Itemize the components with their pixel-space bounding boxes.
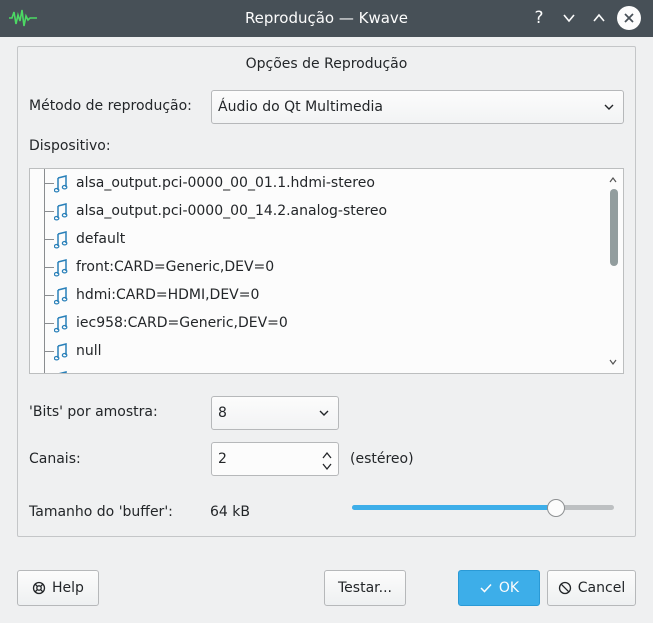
- device-name: alsa_output.pci-0000_00_01.1.hdmi-stereo: [76, 175, 375, 191]
- music-note-icon: [58, 371, 67, 373]
- help-button[interactable]: Help: [17, 570, 99, 606]
- tree-branch-stub: [44, 183, 54, 184]
- device-list-item[interactable]: front:CARD=Generic,DEV=0: [30, 253, 600, 281]
- channels-value: 2: [218, 451, 227, 467]
- bits-combobox[interactable]: 8: [211, 396, 339, 430]
- device-name: hdmi:CARD=HDMI,DEV=0: [76, 287, 260, 303]
- cancel-circle-slash-icon: [558, 581, 571, 595]
- close-window-button[interactable]: [617, 6, 641, 30]
- checkmark-icon: [480, 583, 492, 593]
- title-bar: Reprodução — Kwave ?: [0, 0, 653, 37]
- scrollbar-thumb[interactable]: [610, 189, 618, 266]
- channels-label: Canais:: [29, 451, 81, 467]
- music-note-icon: [54, 231, 68, 249]
- device-list-item[interactable]: iec958:CARD=Generic,DEV=0: [30, 309, 600, 337]
- music-note-icon: [54, 203, 68, 221]
- help-button-label: Help: [52, 580, 84, 596]
- music-note-icon: [54, 175, 68, 193]
- device-list-item[interactable]: alsa_output.pci-0000_00_01.1.hdmi-stereo: [30, 169, 600, 197]
- window-title: Reprodução — Kwave: [244, 9, 409, 27]
- scroll-down-arrow-icon[interactable]: [608, 357, 618, 367]
- cancel-button[interactable]: Cancel: [547, 570, 636, 606]
- device-list-item[interactable]: null: [30, 337, 600, 365]
- scroll-up-arrow-icon[interactable]: [608, 175, 618, 185]
- device-list-scrollbar[interactable]: [603, 169, 623, 373]
- buffer-size-slider[interactable]: [352, 499, 614, 520]
- help-question-icon[interactable]: ?: [527, 6, 551, 30]
- device-list-item-partial[interactable]: [30, 365, 600, 373]
- ok-button[interactable]: OK: [458, 570, 540, 606]
- buffer-label: Tamanho do 'buffer':: [29, 504, 173, 520]
- maximize-chevron-up-icon[interactable]: [587, 6, 611, 30]
- tree-branch-stub: [44, 295, 54, 296]
- ok-button-label: OK: [498, 580, 520, 596]
- device-name: front:CARD=Generic,DEV=0: [76, 259, 275, 275]
- device-name: iec958:CARD=Generic,DEV=0: [76, 315, 288, 331]
- music-note-icon: [54, 287, 68, 305]
- device-label: Dispositivo:: [29, 138, 111, 154]
- slider-handle[interactable]: [547, 499, 566, 517]
- tree-branch-stub: [44, 351, 54, 352]
- spin-up-down-icon[interactable]: [321, 449, 333, 473]
- tree-branch-stub: [44, 323, 54, 324]
- device-list[interactable]: alsa_output.pci-0000_00_01.1.hdmi-stereo…: [29, 168, 624, 374]
- channels-description: (estéreo): [350, 451, 414, 467]
- device-name: alsa_output.pci-0000_00_14.2.analog-ster…: [76, 203, 388, 219]
- chevron-down-icon: [319, 410, 329, 416]
- lifebuoy-icon: [32, 581, 46, 595]
- tree-branch-stub: [44, 239, 54, 240]
- group-title: Opções de Reprodução: [245, 56, 408, 72]
- close-icon: [624, 13, 634, 23]
- method-label: Método de reprodução:: [29, 98, 192, 114]
- test-button[interactable]: Testar...: [324, 570, 406, 606]
- device-list-item[interactable]: alsa_output.pci-0000_00_14.2.analog-ster…: [30, 197, 600, 225]
- buffer-value: 64 kB: [210, 504, 250, 520]
- slider-fill: [352, 505, 557, 510]
- device-name: default: [76, 231, 126, 247]
- bits-value: 8: [218, 405, 227, 421]
- cancel-button-label: Cancel: [577, 580, 626, 596]
- music-note-icon: [54, 315, 68, 333]
- minimize-chevron-down-icon[interactable]: [557, 6, 581, 30]
- music-note-icon: [54, 343, 68, 361]
- channels-spinbox[interactable]: 2: [211, 442, 339, 476]
- chevron-down-icon: [604, 104, 614, 110]
- device-list-item[interactable]: hdmi:CARD=HDMI,DEV=0: [30, 281, 600, 309]
- method-combobox[interactable]: Áudio do Qt Multimedia: [211, 90, 624, 124]
- method-value: Áudio do Qt Multimedia: [218, 99, 383, 115]
- bits-label: 'Bits' por amostra:: [29, 404, 158, 420]
- test-button-label: Testar...: [338, 580, 392, 596]
- music-note-icon: [54, 259, 68, 277]
- tree-branch-stub: [44, 267, 54, 268]
- device-list-item[interactable]: default: [30, 225, 600, 253]
- device-name: null: [76, 343, 102, 359]
- tree-branch-stub: [44, 211, 54, 212]
